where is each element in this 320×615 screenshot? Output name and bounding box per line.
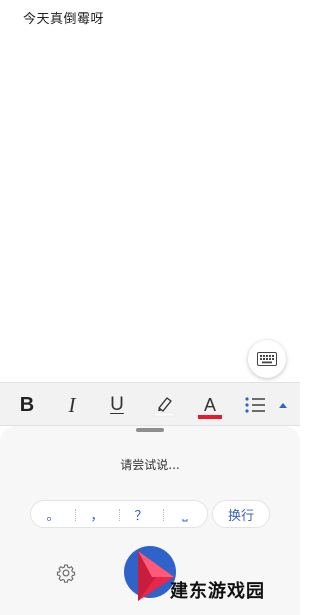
highlighter-icon	[153, 397, 175, 417]
newline-button[interactable]: 换行	[212, 500, 270, 528]
format-toolbar: B I U A	[0, 382, 300, 426]
underline-button[interactable]: U	[104, 383, 130, 427]
space-key[interactable]: ⎵	[163, 501, 207, 527]
question-key[interactable]: ？	[119, 501, 163, 527]
comma-key[interactable]: ，	[75, 501, 119, 527]
watermark: 建东游戏园	[122, 545, 300, 605]
settings-button[interactable]	[56, 563, 76, 583]
document-area[interactable]: 今天真倒霉呀	[0, 0, 300, 380]
highlight-button[interactable]	[150, 383, 178, 427]
punctuation-bar: 。 ， ？ ⎵	[30, 500, 208, 528]
font-color-button[interactable]: A	[196, 383, 224, 427]
bold-button[interactable]: B	[14, 383, 40, 427]
font-color-swatch	[198, 414, 222, 419]
font-color-label: A	[203, 394, 216, 415]
drag-handle[interactable]	[136, 428, 164, 432]
collapse-toolbar-button[interactable]	[274, 383, 292, 427]
voice-prompt: 请尝试说...	[120, 458, 180, 472]
keyboard-toggle-button[interactable]	[248, 340, 286, 378]
keyboard-icon	[257, 352, 277, 366]
watermark-text: 建东游戏园	[170, 581, 265, 602]
collapse-up-icon	[279, 403, 287, 408]
gear-icon	[56, 564, 76, 583]
bullet-list-button[interactable]	[242, 383, 268, 427]
italic-button[interactable]: I	[59, 383, 85, 427]
list-icon	[245, 397, 265, 413]
document-text[interactable]: 今天真倒霉呀	[23, 8, 104, 27]
period-key[interactable]: 。	[31, 501, 75, 527]
